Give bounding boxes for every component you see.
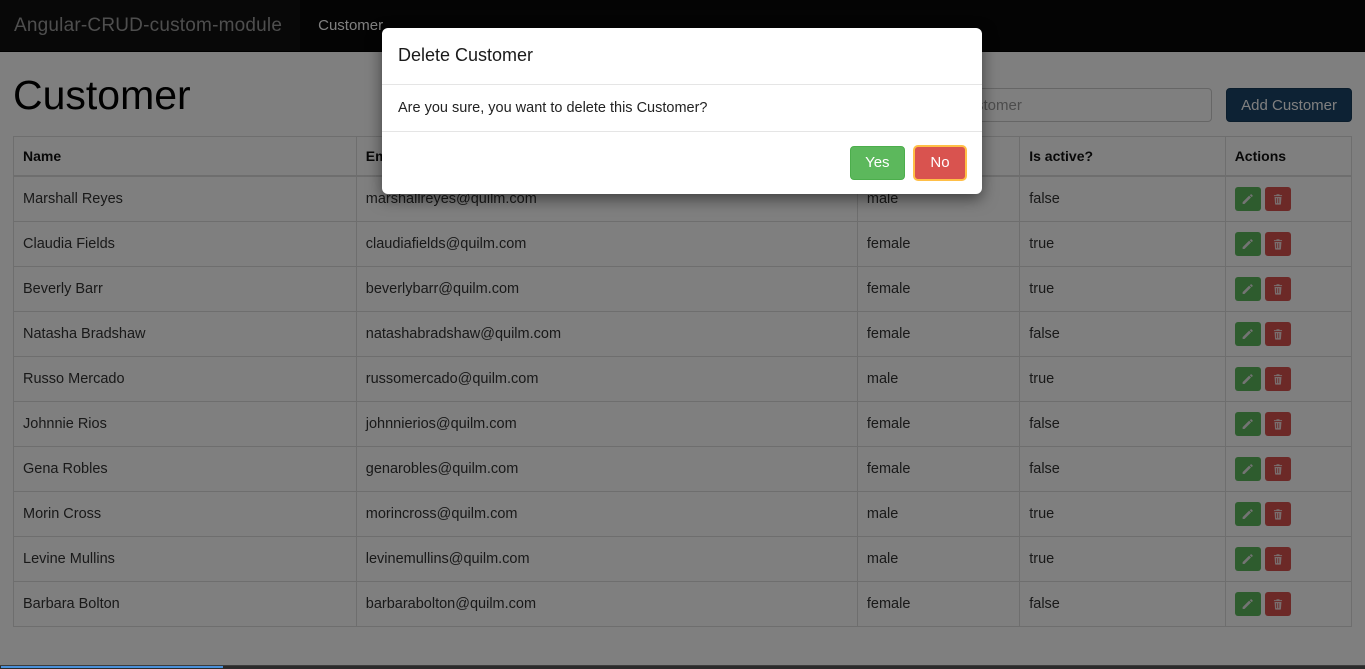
modal-body: Are you sure, you want to delete this Cu… — [382, 85, 982, 132]
confirm-delete-button[interactable]: Yes — [850, 145, 905, 180]
modal-footer: Yes No — [382, 132, 982, 194]
browser-bottom-strip — [0, 665, 1365, 669]
cancel-delete-button[interactable]: No — [913, 144, 967, 181]
modal-header: Delete Customer — [382, 28, 982, 85]
bottom-strip-accent — [1, 666, 223, 668]
delete-customer-modal: Delete Customer Are you sure, you want t… — [382, 28, 982, 194]
modal-title: Delete Customer — [398, 45, 534, 65]
